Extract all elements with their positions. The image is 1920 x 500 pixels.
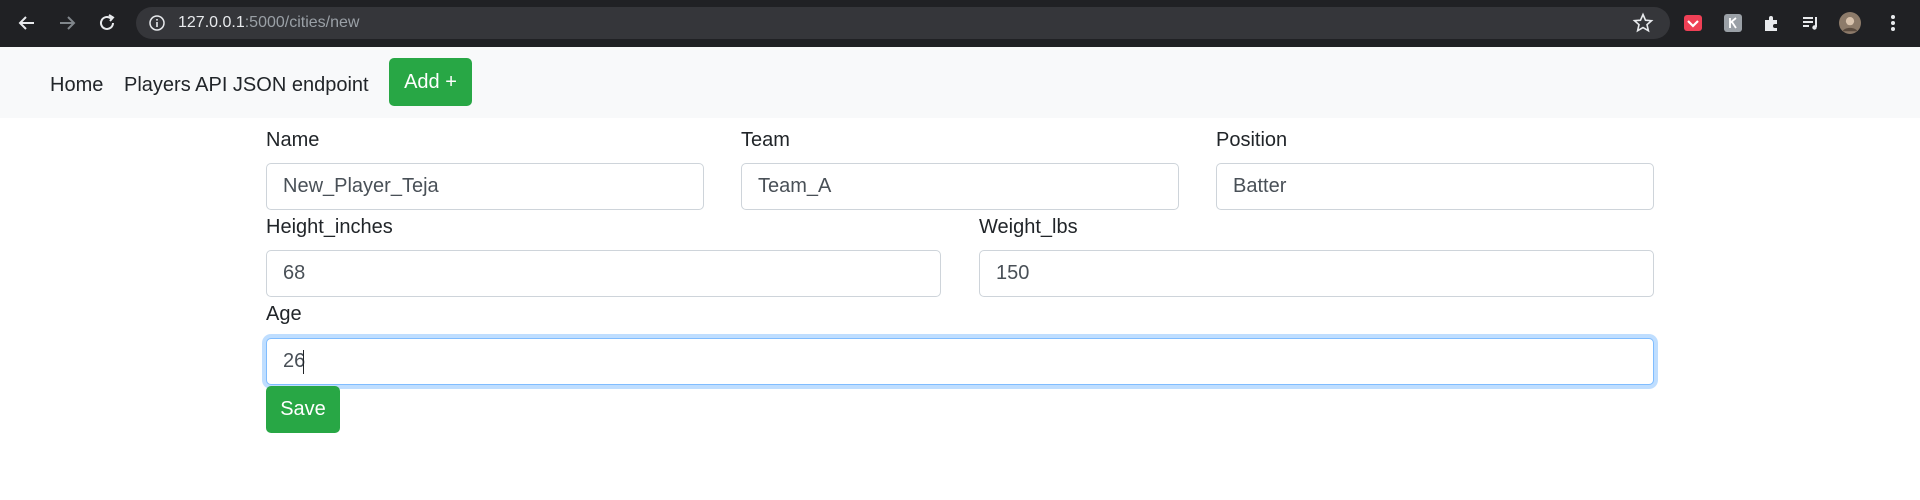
profile-avatar[interactable] [1839,12,1861,34]
reload-icon[interactable] [96,12,118,34]
media-queue-icon[interactable] [1800,12,1822,34]
url-path: :5000/cities/new [244,14,360,31]
position-field[interactable] [1216,163,1654,210]
team-field[interactable] [741,163,1179,210]
address-bar[interactable] [136,7,1670,39]
team-label: Team [741,129,790,151]
text-caret [303,350,304,374]
url-host: 127.0.0.1 [178,14,245,31]
name-field[interactable] [266,163,704,210]
weight-label: Weight_lbs [979,216,1078,238]
forward-icon[interactable] [56,12,78,34]
age-label: Age [266,303,302,325]
back-icon[interactable] [16,12,38,34]
extension-k-icon[interactable] [1722,12,1744,34]
info-icon[interactable] [149,15,165,31]
age-field[interactable] [266,338,1654,385]
height-field[interactable] [266,250,941,297]
url-text[interactable]: 127.0.0.1:5000/cities/new [178,13,359,33]
add-button[interactable]: Add + [389,58,472,106]
weight-field[interactable] [979,250,1654,297]
height-label: Height_inches [266,216,393,238]
browser-toolbar: 127.0.0.1:5000/cities/new [0,0,1920,47]
name-label: Name [266,129,320,151]
pocket-icon[interactable] [1682,12,1704,34]
puzzle-icon[interactable] [1761,12,1783,34]
save-button[interactable]: Save [266,386,340,433]
nav-api-link[interactable]: Players API JSON endpoint [124,73,369,97]
nav-home-link[interactable]: Home [50,73,103,97]
position-label: Position [1216,129,1288,151]
kebab-menu-icon[interactable] [1882,12,1904,34]
star-icon[interactable] [1632,12,1654,34]
